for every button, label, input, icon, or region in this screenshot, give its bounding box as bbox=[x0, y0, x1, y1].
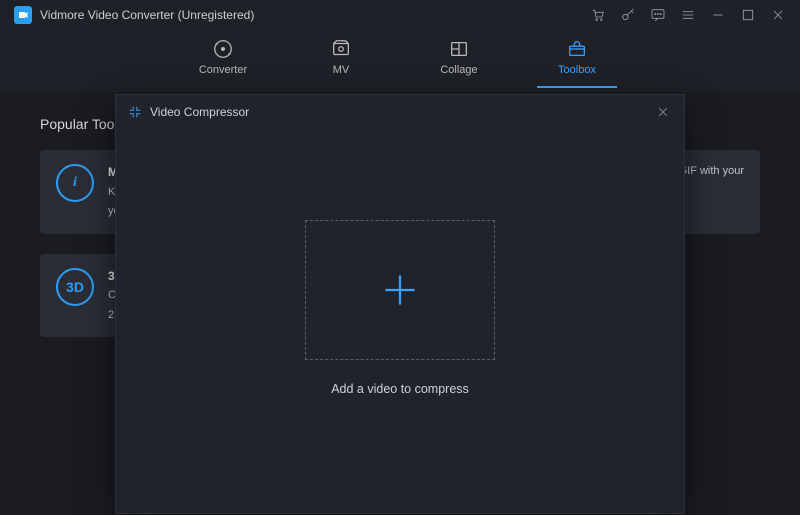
modal-title: Video Compressor bbox=[150, 105, 249, 119]
card-desc: GIF with your bbox=[679, 164, 744, 179]
titlebar: Vidmore Video Converter (Unregistered) bbox=[0, 0, 800, 30]
tab-toolbox[interactable]: Toolbox bbox=[543, 36, 611, 86]
converter-icon bbox=[212, 38, 234, 60]
minimize-icon[interactable] bbox=[710, 7, 726, 23]
titlebar-left: Vidmore Video Converter (Unregistered) bbox=[14, 6, 254, 24]
tab-label: Toolbox bbox=[558, 64, 596, 76]
maximize-icon[interactable] bbox=[740, 7, 756, 23]
titlebar-right bbox=[590, 7, 786, 23]
modal-body: Add a video to compress bbox=[116, 129, 684, 513]
card-icon-text: i bbox=[73, 175, 77, 191]
tab-label: Converter bbox=[199, 64, 247, 76]
cart-icon[interactable] bbox=[590, 7, 606, 23]
card-icon-text: 3D bbox=[66, 279, 84, 295]
app-logo-icon bbox=[14, 6, 32, 24]
modal-header: Video Compressor bbox=[116, 95, 684, 129]
toolbox-icon bbox=[566, 38, 588, 60]
tab-mv[interactable]: MV bbox=[307, 36, 375, 86]
compress-icon bbox=[128, 105, 142, 119]
close-icon[interactable] bbox=[770, 7, 786, 23]
tab-converter[interactable]: Converter bbox=[189, 36, 257, 86]
tab-label: Collage bbox=[440, 64, 477, 76]
collage-icon bbox=[448, 38, 470, 60]
tab-collage[interactable]: Collage bbox=[425, 36, 493, 86]
info-icon: i bbox=[56, 164, 94, 202]
menu-icon[interactable] bbox=[680, 7, 696, 23]
add-video-dropzone[interactable] bbox=[305, 220, 495, 360]
dropzone-label: Add a video to compress bbox=[331, 382, 469, 396]
three-d-icon: 3D bbox=[56, 268, 94, 306]
app-title: Vidmore Video Converter (Unregistered) bbox=[40, 8, 254, 22]
modal-title-wrap: Video Compressor bbox=[128, 105, 249, 119]
main-tabs: Converter MV Collage Toolbox bbox=[0, 30, 800, 92]
card-body: GIF with your bbox=[679, 164, 744, 220]
feedback-icon[interactable] bbox=[650, 7, 666, 23]
modal-close-button[interactable] bbox=[656, 105, 670, 119]
video-compressor-modal: Video Compressor Add a video to compress bbox=[115, 94, 685, 514]
tab-label: MV bbox=[333, 64, 350, 76]
mv-icon bbox=[330, 38, 352, 60]
key-icon[interactable] bbox=[620, 7, 636, 23]
